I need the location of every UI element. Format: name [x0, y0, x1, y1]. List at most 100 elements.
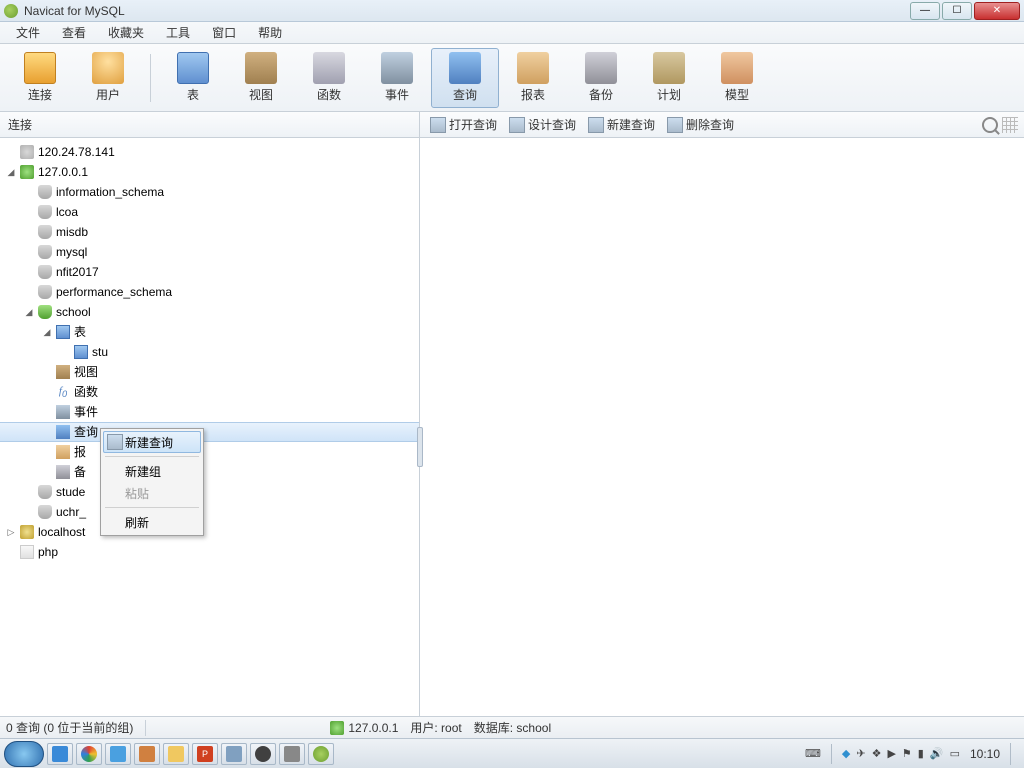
- tree-db[interactable]: misdb: [24, 222, 419, 242]
- reports-icon: [56, 445, 70, 459]
- status-user: 用户: root: [410, 719, 461, 736]
- menu-view[interactable]: 查看: [52, 22, 96, 43]
- connection-tree-pane[interactable]: 120.24.78.141 ◢127.0.0.1 information_sch…: [0, 138, 420, 716]
- new-query-icon: [107, 434, 123, 450]
- tool-query[interactable]: 查询: [431, 48, 499, 108]
- tray-volume-icon[interactable]: 🔊: [930, 747, 944, 760]
- task-app2[interactable]: [221, 743, 247, 765]
- menu-help[interactable]: 帮助: [248, 22, 292, 43]
- tree-file-php[interactable]: php: [6, 542, 419, 562]
- system-tray: ⌨ ◆ ✈ ❖ ▶ ⚑ ▮ 🔊 ▭ 10:10: [805, 743, 1020, 765]
- tree-host-localhost[interactable]: ▷localhost: [6, 522, 419, 542]
- tree-db-school[interactable]: ◢school: [24, 302, 419, 322]
- tree-queries[interactable]: 查询: [42, 422, 419, 442]
- tool-report[interactable]: 报表: [499, 48, 567, 108]
- task-chrome[interactable]: [76, 743, 102, 765]
- event-icon: [381, 52, 413, 84]
- task-explorer[interactable]: [163, 743, 189, 765]
- tool-table[interactable]: 表: [159, 48, 227, 108]
- tool-view[interactable]: 视图: [227, 48, 295, 108]
- tree-tables[interactable]: ◢表: [42, 322, 419, 342]
- tray-keyboard-icon[interactable]: ⌨: [805, 747, 821, 760]
- action-design-query[interactable]: 设计查询: [505, 114, 580, 135]
- tree-backups[interactable]: 备: [42, 462, 419, 482]
- task-powerpoint[interactable]: P: [192, 743, 218, 765]
- tool-event[interactable]: 事件: [363, 48, 431, 108]
- tool-connection[interactable]: 连接: [6, 48, 74, 108]
- tree-db[interactable]: performance_schema: [24, 282, 419, 302]
- database-icon: [38, 505, 52, 519]
- action-open-query[interactable]: 打开查询: [426, 114, 501, 135]
- grid-view-icon[interactable]: [1002, 117, 1018, 133]
- tree-db[interactable]: lcoa: [24, 202, 419, 222]
- tree-events[interactable]: 事件: [42, 402, 419, 422]
- task-navicat[interactable]: [308, 743, 334, 765]
- tree-db[interactable]: nfit2017: [24, 262, 419, 282]
- ctx-refresh[interactable]: 刷新: [103, 511, 201, 533]
- tree-db[interactable]: stude: [24, 482, 419, 502]
- report-icon: [517, 52, 549, 84]
- tray-play-icon[interactable]: ▶: [887, 747, 895, 760]
- tree-views[interactable]: 视图: [42, 362, 419, 382]
- task-ie[interactable]: [47, 743, 73, 765]
- close-button[interactable]: ✕: [974, 2, 1020, 20]
- section-header: 连接 打开查询 设计查询 新建查询 删除查询: [0, 112, 1024, 138]
- task-folder[interactable]: [105, 743, 131, 765]
- tree-host[interactable]: 120.24.78.141: [6, 142, 419, 162]
- task-app1[interactable]: [134, 743, 160, 765]
- start-button[interactable]: [4, 741, 44, 767]
- tray-flag-icon[interactable]: ⚑: [902, 747, 912, 760]
- delete-query-icon: [667, 117, 683, 133]
- ctx-separator: [105, 456, 199, 457]
- tray-app-icon[interactable]: ❖: [872, 747, 882, 760]
- tool-model[interactable]: 模型: [703, 48, 771, 108]
- search-icon[interactable]: [982, 117, 998, 133]
- tree-table-stu[interactable]: stu: [60, 342, 419, 362]
- tray-clock[interactable]: 10:10: [966, 747, 1004, 761]
- table-icon: [74, 345, 88, 359]
- action-delete-query[interactable]: 删除查询: [663, 114, 738, 135]
- database-icon: [38, 245, 52, 259]
- menu-tools[interactable]: 工具: [156, 22, 200, 43]
- minimize-button[interactable]: —: [910, 2, 940, 20]
- main-split: 120.24.78.141 ◢127.0.0.1 information_sch…: [0, 138, 1024, 716]
- tree-host[interactable]: ◢127.0.0.1: [6, 162, 419, 182]
- tool-function[interactable]: 函数: [295, 48, 363, 108]
- maximize-button[interactable]: ☐: [942, 2, 972, 20]
- menubar: 文件 查看 收藏夹 工具 窗口 帮助: [0, 22, 1024, 44]
- task-app3[interactable]: [279, 743, 305, 765]
- action-new-query[interactable]: 新建查询: [584, 114, 659, 135]
- menu-file[interactable]: 文件: [6, 22, 50, 43]
- database-icon: [38, 305, 52, 319]
- menu-favorites[interactable]: 收藏夹: [98, 22, 154, 43]
- database-icon: [38, 285, 52, 299]
- tree-db[interactable]: mysql: [24, 242, 419, 262]
- menu-window[interactable]: 窗口: [202, 22, 246, 43]
- tree-db[interactable]: uchr_: [24, 502, 419, 522]
- model-icon: [721, 52, 753, 84]
- tray-battery-icon[interactable]: ▮: [918, 747, 924, 760]
- tray-send-icon[interactable]: ✈: [856, 747, 865, 760]
- tool-backup[interactable]: 备份: [567, 48, 635, 108]
- tool-user[interactable]: 用户: [74, 48, 142, 108]
- backup-icon: [585, 52, 617, 84]
- tree-functions[interactable]: f0函数: [42, 382, 419, 402]
- tray-shield-icon[interactable]: ◆: [842, 747, 850, 760]
- file-icon: [20, 545, 34, 559]
- tool-schedule[interactable]: 计划: [635, 48, 703, 108]
- tree-reports[interactable]: 报: [42, 442, 419, 462]
- tray-network-icon[interactable]: ▭: [950, 747, 960, 760]
- host-icon: [20, 145, 34, 159]
- ctx-new-query[interactable]: 新建查询: [103, 431, 201, 453]
- show-desktop-button[interactable]: [1010, 743, 1020, 765]
- open-query-icon: [430, 117, 446, 133]
- ctx-new-group[interactable]: 新建组: [103, 460, 201, 482]
- database-icon: [38, 205, 52, 219]
- query-icon: [449, 52, 481, 84]
- new-query-icon: [588, 117, 604, 133]
- task-media[interactable]: [250, 743, 276, 765]
- views-icon: [56, 365, 70, 379]
- tree-db[interactable]: information_schema: [24, 182, 419, 202]
- context-menu: 新建查询 新建组 粘贴 刷新: [100, 428, 204, 536]
- function-icon: [313, 52, 345, 84]
